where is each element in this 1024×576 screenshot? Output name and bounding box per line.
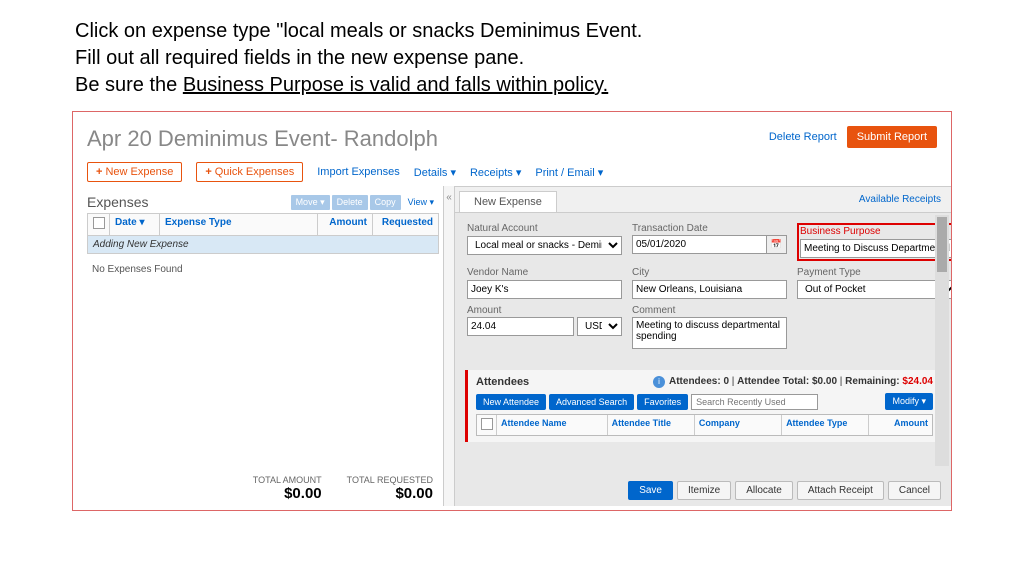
copy-button[interactable]: Copy — [370, 195, 401, 210]
save-button[interactable]: Save — [628, 481, 673, 500]
collapse-handle[interactable]: « — [443, 186, 455, 506]
col-attendee-amount[interactable]: Amount — [869, 415, 932, 435]
advanced-search-button[interactable]: Advanced Search — [549, 394, 634, 410]
remaining-amount: $24.04 — [902, 376, 933, 387]
itemize-button[interactable]: Itemize — [677, 481, 731, 500]
total-amount-label: TOTAL AMOUNT — [253, 475, 322, 485]
col-attendee-type[interactable]: Attendee Type — [782, 415, 869, 435]
calendar-icon[interactable]: 📅 — [767, 235, 787, 254]
vendor-name-field: Vendor Name — [467, 267, 622, 299]
allocate-button[interactable]: Allocate — [735, 481, 793, 500]
transaction-date-input[interactable] — [632, 235, 767, 254]
view-menu[interactable]: View ▾ — [403, 195, 439, 210]
info-icon: i — [653, 376, 665, 388]
print-email-menu[interactable]: Print / Email ▾ — [535, 166, 603, 179]
quick-expenses-button[interactable]: +Quick Expenses — [196, 162, 303, 182]
new-expense-button[interactable]: +New Expense — [87, 162, 182, 182]
scrollbar[interactable] — [935, 215, 949, 466]
cancel-button[interactable]: Cancel — [888, 481, 941, 500]
attendees-heading: Attendees — [476, 376, 529, 388]
receipts-menu[interactable]: Receipts ▾ — [470, 166, 521, 179]
expense-table-header: Date ▾ Expense Type Amount Requested — [87, 213, 439, 236]
vendor-name-input[interactable] — [467, 280, 622, 299]
city-field: City — [632, 267, 787, 299]
comment-textarea[interactable]: Meeting to discuss departmental spending — [632, 317, 787, 349]
col-date[interactable]: Date ▾ — [110, 214, 160, 235]
select-all-checkbox[interactable] — [93, 217, 105, 229]
move-button[interactable]: Move ▾ — [291, 195, 330, 210]
attendee-table-header: Attendee Name Attendee Title Company Att… — [476, 414, 933, 436]
comment-field: Comment Meeting to discuss departmental … — [632, 305, 787, 354]
total-requested-value: $0.00 — [347, 485, 433, 502]
attendees-section: Attendees iAttendees: 0 | Attendee Total… — [465, 370, 941, 442]
delete-button[interactable]: Delete — [332, 195, 368, 210]
new-attendee-button[interactable]: New Attendee — [476, 394, 546, 410]
business-purpose-field: Business Purpose — [797, 223, 951, 261]
col-requested[interactable]: Requested — [373, 214, 438, 235]
payment-type-field: Payment Type Out of Pocket — [797, 267, 951, 299]
col-attendee-name[interactable]: Attendee Name — [497, 415, 608, 435]
search-attendees-input[interactable] — [691, 394, 818, 410]
expense-app: Apr 20 Deminimus Event- Randolph Delete … — [72, 111, 952, 511]
expenses-heading: Expenses — [87, 194, 148, 210]
new-expense-pane: New Expense Available Receipts Natural A… — [455, 186, 951, 506]
details-menu[interactable]: Details ▾ — [414, 166, 456, 179]
expenses-list-pane: Expenses Move ▾ Delete Copy View ▾ Date … — [73, 186, 443, 506]
payment-type-select[interactable]: Out of Pocket — [797, 280, 951, 299]
currency-select[interactable]: USD — [577, 317, 622, 336]
report-title: Apr 20 Deminimus Event- Randolph — [87, 126, 438, 152]
instruction-text: Click on expense type "local meals or sn… — [0, 0, 1024, 107]
city-input[interactable] — [632, 280, 787, 299]
amount-field: Amount USD — [467, 305, 622, 354]
total-amount-value: $0.00 — [253, 485, 322, 502]
delete-report-link[interactable]: Delete Report — [769, 131, 837, 143]
col-expense-type[interactable]: Expense Type — [160, 214, 318, 235]
col-attendee-title[interactable]: Attendee Title — [608, 415, 695, 435]
attach-receipt-button[interactable]: Attach Receipt — [797, 481, 884, 500]
adding-new-expense-row: Adding New Expense — [87, 236, 439, 254]
available-receipts-link[interactable]: Available Receipts — [859, 194, 941, 205]
modify-button[interactable]: Modify ▾ — [885, 393, 933, 410]
tab-new-expense[interactable]: New Expense — [459, 191, 557, 212]
total-requested-label: TOTAL REQUESTED — [347, 475, 433, 485]
transaction-date-field: Transaction Date 📅 — [632, 223, 787, 261]
natural-account-select[interactable]: Local meal or snacks - Demir — [467, 236, 622, 255]
no-expenses-text: No Expenses Found — [87, 254, 439, 285]
amount-input[interactable] — [467, 317, 574, 336]
import-expenses-link[interactable]: Import Expenses — [317, 166, 400, 178]
col-company[interactable]: Company — [695, 415, 782, 435]
submit-report-button[interactable]: Submit Report — [847, 126, 937, 148]
favorites-button[interactable]: Favorites — [637, 394, 688, 410]
business-purpose-input[interactable] — [800, 239, 951, 258]
attendee-select-all-checkbox[interactable] — [481, 418, 493, 430]
col-amount[interactable]: Amount — [318, 214, 373, 235]
natural-account-field: Natural Account Local meal or snacks - D… — [467, 223, 622, 261]
